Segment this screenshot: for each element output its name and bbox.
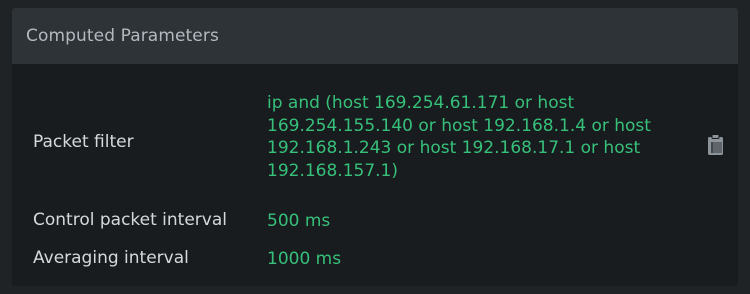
computed-parameters-panel: Computed Parameters Packet filter ip and… bbox=[12, 8, 738, 286]
control-packet-interval-row: Control packet interval 500 ms bbox=[12, 204, 738, 240]
packet-filter-value[interactable]: ip and (host 169.254.61.171 or host 169.… bbox=[267, 92, 667, 182]
panel-header: Computed Parameters bbox=[12, 8, 738, 64]
packet-filter-label: Packet filter bbox=[33, 132, 134, 152]
averaging-interval-label: Averaging interval bbox=[33, 248, 189, 268]
clipboard-icon[interactable] bbox=[707, 134, 725, 156]
control-packet-interval-value[interactable]: 500 ms bbox=[267, 210, 330, 233]
averaging-interval-value[interactable]: 1000 ms bbox=[267, 248, 341, 271]
panel-title: Computed Parameters bbox=[26, 26, 219, 46]
control-packet-interval-label: Control packet interval bbox=[33, 210, 227, 230]
averaging-interval-row: Averaging interval 1000 ms bbox=[12, 240, 738, 276]
packet-filter-row: Packet filter ip and (host 169.254.61.17… bbox=[12, 64, 738, 204]
